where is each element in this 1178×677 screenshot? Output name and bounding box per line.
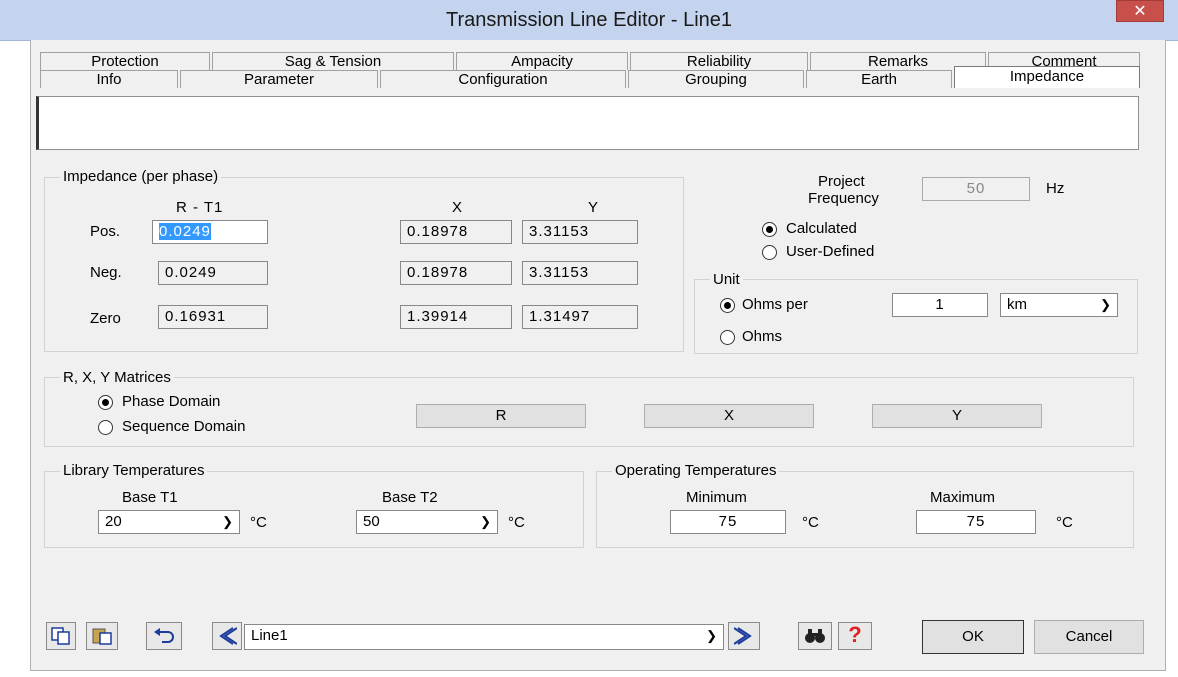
tab-info[interactable]: Info — [40, 70, 178, 88]
tab-earth[interactable]: Earth — [806, 70, 952, 88]
base-t1-unit: °C — [250, 514, 267, 531]
base-t1-value: 20 — [105, 513, 122, 530]
neg-y-field: 3.31153 — [522, 261, 638, 285]
paste-icon — [92, 628, 112, 645]
base-t1-select[interactable]: 20 ❯ — [98, 510, 240, 534]
sequence-domain-label: Sequence Domain — [122, 418, 246, 435]
copy-icon — [51, 627, 70, 645]
cancel-button[interactable]: Cancel — [1034, 620, 1144, 654]
prev-button[interactable] — [212, 622, 242, 650]
tab-parameter[interactable]: Parameter — [180, 70, 378, 88]
pos-r-value: 0.0249 — [159, 223, 211, 240]
tab-grouping[interactable]: Grouping — [628, 70, 804, 88]
max-temp-field[interactable]: 75 — [916, 510, 1036, 534]
tab-impedance[interactable]: Impedance — [954, 66, 1140, 88]
matrices-group-label: R, X, Y Matrices — [60, 369, 174, 386]
row-zero-label: Zero — [90, 310, 121, 327]
operating-temps-label: Operating Temperatures — [612, 462, 780, 479]
minimum-label: Minimum — [686, 489, 747, 506]
maximum-label: Maximum — [930, 489, 996, 506]
calculated-label: Calculated — [786, 220, 857, 237]
tab-sag-tension[interactable]: Sag & Tension — [212, 52, 454, 70]
row-pos-label: Pos. — [90, 223, 121, 240]
pos-x-field: 0.18978 — [400, 220, 512, 244]
window-title: Transmission Line Editor - Line1 — [445, 9, 733, 31]
next-icon — [733, 627, 752, 645]
user-defined-radio[interactable] — [762, 245, 777, 260]
neg-x-field: 0.18978 — [400, 261, 512, 285]
chevron-down-icon: ❯ — [480, 514, 491, 529]
chevron-down-icon: ❯ — [222, 514, 233, 529]
chevron-down-icon: ❯ — [706, 628, 717, 643]
length-field[interactable]: 1 — [892, 293, 988, 317]
sequence-domain-radio[interactable] — [98, 420, 113, 435]
tab-ampacity[interactable]: Ampacity — [456, 52, 628, 70]
max-temp-unit: °C — [1056, 514, 1073, 531]
ohms-per-label: Ohms per — [742, 296, 808, 313]
ok-button[interactable]: OK — [922, 620, 1024, 654]
zero-y-field: 1.31497 — [522, 305, 638, 329]
help-button[interactable]: ? — [838, 622, 872, 650]
length-unit-value: km — [1007, 296, 1027, 313]
base-t2-unit: °C — [508, 514, 525, 531]
base-t2-select[interactable]: 50 ❯ — [356, 510, 498, 534]
col-x-header: X — [452, 199, 463, 216]
frequency-unit: Hz — [1046, 180, 1065, 197]
unit-group-label: Unit — [710, 271, 743, 288]
project-frequency-label-2: Frequency — [808, 190, 879, 207]
binoculars-icon — [805, 629, 825, 643]
pos-y-field: 3.31153 — [522, 220, 638, 244]
help-icon: ? — [848, 622, 862, 647]
col-r-header: R - T1 — [176, 199, 224, 216]
project-frequency-label-1: Project — [818, 173, 865, 190]
ohms-label: Ohms — [742, 328, 783, 345]
undo-icon — [154, 628, 174, 643]
frequency-field: 50 — [922, 177, 1030, 201]
find-button[interactable] — [798, 622, 832, 650]
calculated-radio[interactable] — [762, 222, 777, 237]
row-neg-label: Neg. — [90, 264, 122, 281]
library-temps-label: Library Temperatures — [60, 462, 208, 479]
col-y-header: Y — [588, 199, 599, 216]
zero-x-field: 1.39914 — [400, 305, 512, 329]
impedance-group-label: Impedance (per phase) — [60, 168, 222, 185]
base-t2-label: Base T2 — [382, 489, 438, 506]
x-matrix-button[interactable]: X — [644, 404, 814, 428]
copy-button[interactable] — [46, 622, 76, 650]
min-temp-field[interactable]: 75 — [670, 510, 786, 534]
phase-domain-label: Phase Domain — [122, 393, 221, 410]
r-matrix-button[interactable]: R — [416, 404, 586, 428]
next-button[interactable] — [728, 622, 760, 650]
ohms-per-radio[interactable] — [720, 298, 735, 313]
phase-domain-radio[interactable] — [98, 395, 113, 410]
close-button[interactable]: ✕ — [1116, 0, 1164, 22]
length-unit-select[interactable]: km ❯ — [1000, 293, 1118, 317]
tab-reliability[interactable]: Reliability — [630, 52, 808, 70]
line-select-value: Line1 — [251, 627, 288, 644]
neg-r-field: 0.0249 — [158, 261, 268, 285]
paste-button[interactable] — [86, 622, 118, 650]
base-t2-value: 50 — [363, 513, 380, 530]
y-matrix-button[interactable]: Y — [872, 404, 1042, 428]
tab-configuration[interactable]: Configuration — [380, 70, 626, 88]
chevron-down-icon: ❯ — [1100, 297, 1111, 312]
line-select[interactable]: Line1 ❯ — [244, 624, 724, 650]
zero-r-field: 0.16931 — [158, 305, 268, 329]
tab-protection[interactable]: Protection — [40, 52, 210, 70]
base-t1-label: Base T1 — [122, 489, 178, 506]
undo-button[interactable] — [146, 622, 182, 650]
description-box[interactable] — [36, 96, 1139, 150]
prev-icon — [219, 627, 238, 645]
pos-r-field[interactable]: 0.0249 — [152, 220, 268, 244]
min-temp-unit: °C — [802, 514, 819, 531]
close-icon: ✕ — [1133, 3, 1147, 20]
ohms-radio[interactable] — [720, 330, 735, 345]
user-defined-label: User-Defined — [786, 243, 875, 260]
